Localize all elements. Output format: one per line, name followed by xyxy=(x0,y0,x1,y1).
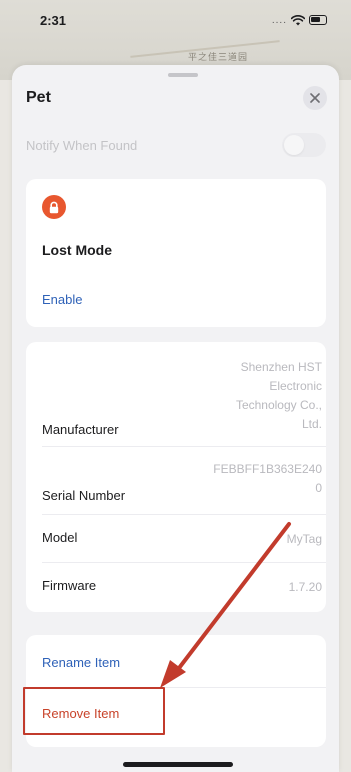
status-bar: 2:31 .... xyxy=(0,0,351,40)
row-divider xyxy=(42,446,326,447)
sheet-grabber[interactable] xyxy=(168,73,198,77)
lock-icon xyxy=(49,201,59,213)
map-label: 平之佳三道园 xyxy=(188,53,249,63)
close-icon xyxy=(310,93,320,103)
notify-when-found-label: Notify When Found xyxy=(26,137,138,153)
manufacturer-row: Manufacturer Shenzhen HST Electronic Tec… xyxy=(42,358,322,437)
model-label: Model xyxy=(42,530,78,545)
firmware-row: Firmware 1.7.20 xyxy=(42,578,322,597)
signal-icon: .... xyxy=(271,14,287,26)
lost-mode-badge xyxy=(42,195,66,219)
status-icons: .... xyxy=(272,15,327,26)
status-time: 2:31 xyxy=(40,12,67,28)
home-indicator xyxy=(123,762,233,767)
serial-number-row: Serial Number FEBBFF1B363E240 0 xyxy=(42,460,322,503)
enable-lost-mode-button[interactable]: Enable xyxy=(42,292,82,307)
firmware-value: 1.7.20 xyxy=(288,580,322,594)
wifi-icon xyxy=(291,14,305,25)
annotation-highlight-box xyxy=(23,687,165,735)
device-info-card: Manufacturer Shenzhen HST Electronic Tec… xyxy=(26,342,326,612)
notify-when-found-row: Notify When Found xyxy=(26,131,326,159)
serial-number-value: FEBBFF1B363E240 0 xyxy=(213,462,322,495)
lost-mode-title: Lost Mode xyxy=(42,242,112,258)
row-divider xyxy=(42,562,326,563)
close-button[interactable] xyxy=(303,86,327,110)
item-detail-sheet: Pet Notify When Found Lost Mode Enable M… xyxy=(12,65,339,772)
sheet-title: Pet xyxy=(26,89,51,106)
lost-mode-card: Lost Mode Enable xyxy=(26,179,326,327)
firmware-label: Firmware xyxy=(42,578,97,593)
battery-icon xyxy=(309,15,327,25)
row-divider xyxy=(42,514,326,515)
manufacturer-label: Manufacturer xyxy=(42,422,119,437)
serial-number-label: Serial Number xyxy=(42,488,126,503)
toggle-knob xyxy=(284,135,304,155)
model-value: MyTag xyxy=(286,532,322,546)
manufacturer-value: Shenzhen HST Electronic Technology Co., … xyxy=(235,360,322,431)
model-row: Model MyTag xyxy=(42,530,322,549)
rename-item-button[interactable]: Rename Item xyxy=(42,655,120,670)
notify-when-found-toggle[interactable] xyxy=(282,133,326,157)
